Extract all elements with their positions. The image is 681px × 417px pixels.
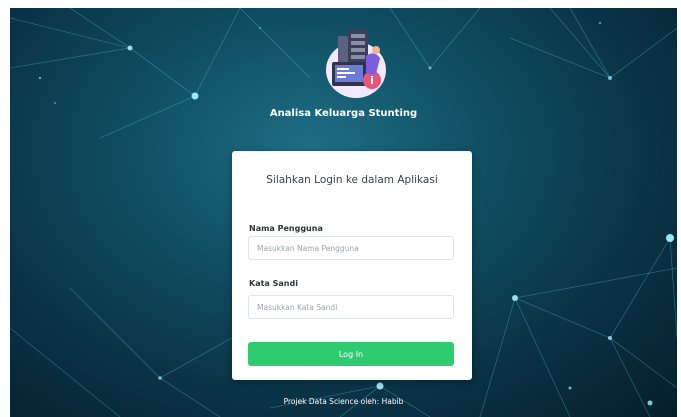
svg-text:i: i <box>370 74 374 87</box>
app-title: Analisa Keluarga Stunting <box>269 108 418 119</box>
page-frame: i Analisa Keluarga Stunting Silahkan Log… <box>0 0 681 417</box>
login-heading: Silahkan Login ke dalam Aplikasi <box>266 174 438 186</box>
login-card: Silahkan Login ke dalam Aplikasi Nama Pe… <box>232 151 472 380</box>
login-button[interactable]: Log In <box>248 342 454 366</box>
app-logo-icon: i <box>326 30 386 98</box>
password-label: Kata Sandi <box>249 279 298 288</box>
username-input[interactable] <box>248 236 454 260</box>
network-background: i Analisa Keluarga Stunting Silahkan Log… <box>10 8 677 417</box>
password-input[interactable] <box>248 295 454 319</box>
footer-credit: Projek Data Science oleh: Habib <box>283 397 404 406</box>
username-label: Nama Pengguna <box>249 224 323 233</box>
